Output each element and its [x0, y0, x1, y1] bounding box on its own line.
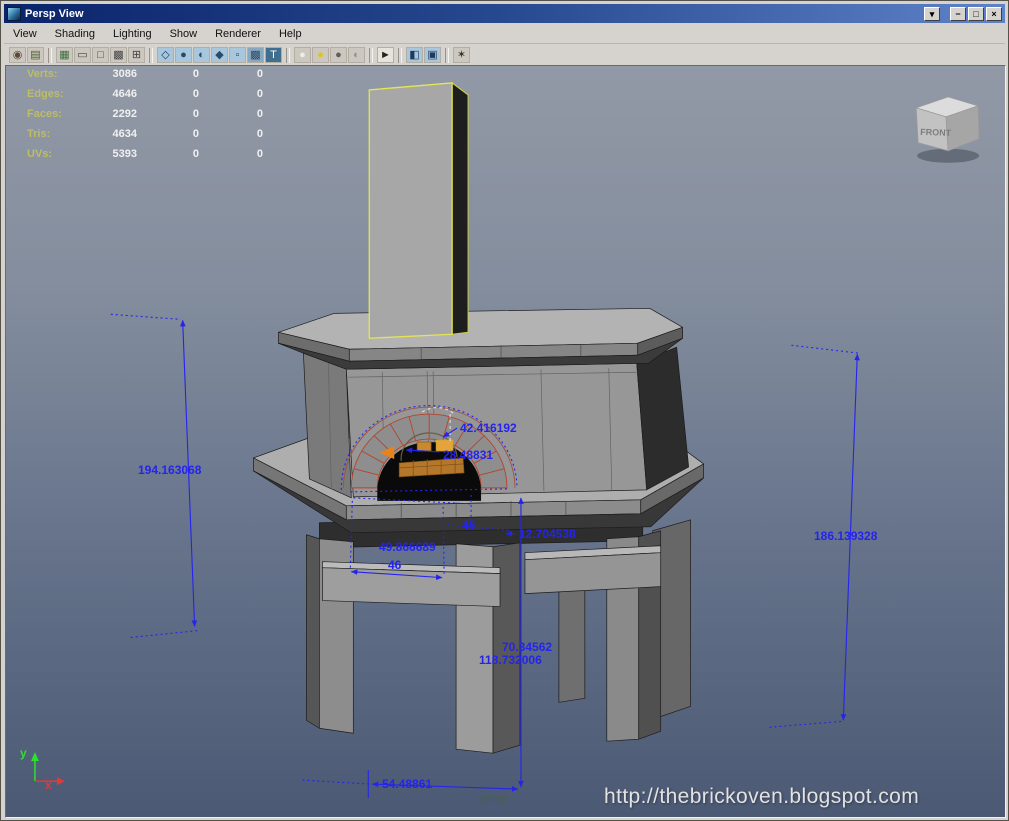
toolbar-separator — [149, 47, 153, 63]
toolbar-separator — [286, 47, 290, 63]
toolbar-separator — [398, 47, 402, 63]
resolution-gate-icon[interactable]: □ — [92, 47, 109, 63]
bounding-box-icon[interactable]: ▫ — [229, 47, 246, 63]
menu-view[interactable]: View — [4, 26, 46, 42]
isolate-select-icon[interactable]: ◧ — [406, 47, 423, 63]
minimize-button[interactable]: − — [950, 6, 966, 21]
use-no-lights-icon[interactable]: ● — [294, 47, 311, 63]
dimension-label[interactable]: 54.48861 — [382, 777, 432, 791]
dimension-label[interactable]: 12.704538 — [519, 527, 576, 541]
dimension-label[interactable]: 42.416192 — [460, 421, 517, 435]
hypergraph-connections-icon[interactable]: ✶ — [453, 47, 470, 63]
y-axis-label: y — [20, 746, 27, 760]
menu-shading[interactable]: Shading — [46, 26, 104, 42]
highlight-selection-icon[interactable]: ► — [377, 47, 394, 63]
dimension-label[interactable]: 46 — [462, 518, 475, 532]
persp-view-window: Persp View ▾ − □ × View Shading Lighting Sh… — [0, 0, 1009, 821]
toolbar-separator — [48, 47, 52, 63]
camera-name-label: persp — [480, 793, 508, 805]
dimension-label[interactable]: 186.139328 — [814, 529, 877, 543]
dimension-label[interactable]: 194.163068 — [138, 463, 201, 477]
menu-show[interactable]: Show — [161, 26, 207, 42]
smooth-shade-all-icon[interactable]: ● — [175, 47, 192, 63]
dimension-labels-layer: 194.163068 42.416192 28.48831 46 12.704538 49… — [6, 66, 1005, 817]
dimension-label[interactable]: 28.48831 — [443, 448, 493, 462]
toolbar-separator — [445, 47, 449, 63]
use-default-lighting-icon[interactable]: ● — [312, 47, 329, 63]
dimension-label[interactable]: 49.866689 — [379, 540, 436, 554]
close-button[interactable]: × — [986, 6, 1002, 21]
gate-mask-icon[interactable]: ▩ — [110, 47, 127, 63]
window-menu-button[interactable]: ▾ — [924, 6, 940, 21]
xray-icon[interactable]: ▣ — [424, 47, 441, 63]
watermark-url: http://thebrickoven.blogspot.com — [604, 785, 920, 808]
x-axis-label: x — [45, 778, 52, 792]
wireframe-icon[interactable]: ◇ — [157, 47, 174, 63]
flat-shade-icon[interactable]: ◆ — [211, 47, 228, 63]
viewport[interactable]: FRONT Verts: 3086 0 0 Edges: 4646 0 0 Faces: 2292… — [5, 65, 1006, 818]
menu-bar: View Shading Lighting Show Renderer Help — [4, 24, 1005, 44]
field-chart-icon[interactable]: ⊞ — [128, 47, 145, 63]
use-selected-lights-icon[interactable]: ◐ — [348, 47, 365, 63]
menu-renderer[interactable]: Renderer — [206, 26, 270, 42]
title-bar[interactable]: Persp View ▾ − □ × — [4, 4, 1005, 23]
checker-icon[interactable]: ▩ — [247, 47, 264, 63]
camera-icon[interactable]: ◉ — [9, 47, 26, 63]
grid-icon[interactable]: ▦ — [56, 47, 73, 63]
maximize-button[interactable]: □ — [968, 6, 984, 21]
dimension-label[interactable]: 46 — [388, 558, 401, 572]
menu-lighting[interactable]: Lighting — [104, 26, 161, 42]
window-title: Persp View — [25, 7, 84, 20]
camera-attributes-icon[interactable]: ▤ — [27, 47, 44, 63]
menu-help[interactable]: Help — [270, 26, 311, 42]
use-all-lights-icon[interactable]: ● — [330, 47, 347, 63]
dimension-label[interactable]: 70.34562 — [502, 640, 552, 654]
film-gate-icon[interactable]: ▭ — [74, 47, 91, 63]
panel-toolbar: ◉ ▤ ▦ ▭ □ ▩ ⊞ ◇ ● ◐ ◆ ▫ ▩ T ● ● ● ◐ ► ◧ ▣ ✶ — [4, 45, 1005, 65]
window-icon — [7, 6, 21, 21]
textured-icon[interactable]: T — [265, 47, 282, 63]
smooth-shade-selected-icon[interactable]: ◐ — [193, 47, 210, 63]
dimension-label[interactable]: 118.732006 — [479, 653, 542, 667]
toolbar-separator — [369, 47, 373, 63]
